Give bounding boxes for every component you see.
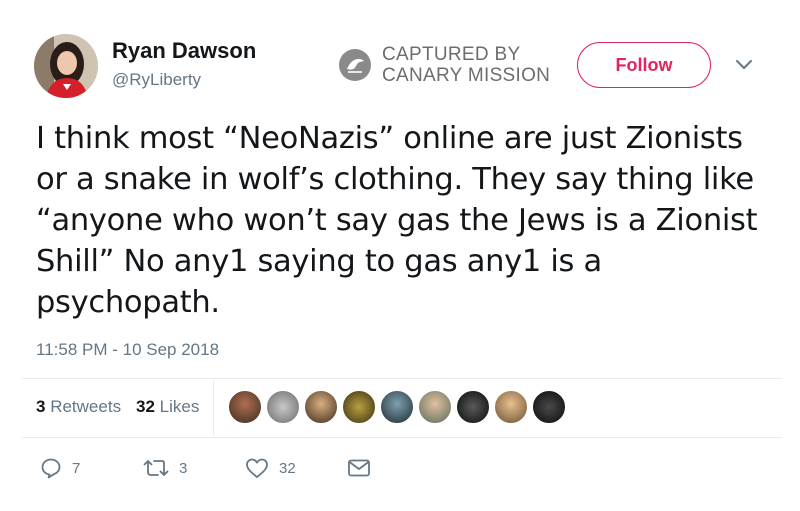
divider: [22, 378, 782, 379]
tweet-card: Ryan Dawson @RyLiberty CAPTURED BY CANAR…: [0, 0, 800, 511]
stats-divider: [213, 380, 214, 436]
canary-mission-watermark: CAPTURED BY CANARY MISSION: [338, 44, 573, 88]
like-count: 32: [279, 459, 296, 477]
retweet-icon: [143, 460, 169, 476]
likes-count: 32: [136, 397, 155, 416]
liker-avatar[interactable]: [342, 390, 376, 424]
like-button[interactable]: 32: [245, 456, 296, 480]
liker-avatar[interactable]: [418, 390, 452, 424]
liker-avatar[interactable]: [494, 390, 528, 424]
author-name[interactable]: Ryan Dawson: [112, 38, 256, 64]
divider: [22, 437, 782, 438]
retweets-label: Retweets: [50, 397, 122, 416]
liker-avatar[interactable]: [304, 390, 338, 424]
likes-label: Likes: [159, 397, 200, 416]
canary-mission-logo: [339, 49, 371, 81]
liker-avatar[interactable]: [456, 390, 490, 424]
chevron-down-icon[interactable]: [735, 58, 753, 72]
direct-message-button[interactable]: [347, 456, 371, 480]
liker-avatar[interactable]: [228, 390, 262, 424]
liker-avatar[interactable]: [380, 390, 414, 424]
liker-avatar[interactable]: [266, 390, 300, 424]
retweet-button[interactable]: 3: [143, 456, 187, 480]
tweet-text: I think most “NeoNazis” online are just …: [36, 121, 758, 320]
likes-stat[interactable]: 32 Likes: [136, 397, 199, 417]
reply-count: 7: [72, 459, 81, 477]
tweet-timestamp[interactable]: 11:58 PM - 10 Sep 2018: [36, 340, 219, 360]
author-handle[interactable]: @RyLiberty: [112, 70, 201, 90]
message-icon: [348, 459, 370, 477]
reply-button[interactable]: 7: [40, 456, 80, 480]
heart-icon: [246, 458, 268, 478]
reply-icon: [41, 458, 61, 479]
retweets-count: 3: [36, 397, 46, 416]
liker-avatar[interactable]: [532, 390, 566, 424]
retweets-stat[interactable]: 3 Retweets: [36, 397, 121, 417]
watermark-line-2: CANARY MISSION: [382, 65, 551, 86]
follow-button[interactable]: Follow: [577, 42, 711, 88]
retweet-count: 3: [179, 459, 188, 477]
watermark-line-1: CAPTURED BY: [382, 44, 521, 65]
author-avatar[interactable]: [34, 34, 98, 98]
